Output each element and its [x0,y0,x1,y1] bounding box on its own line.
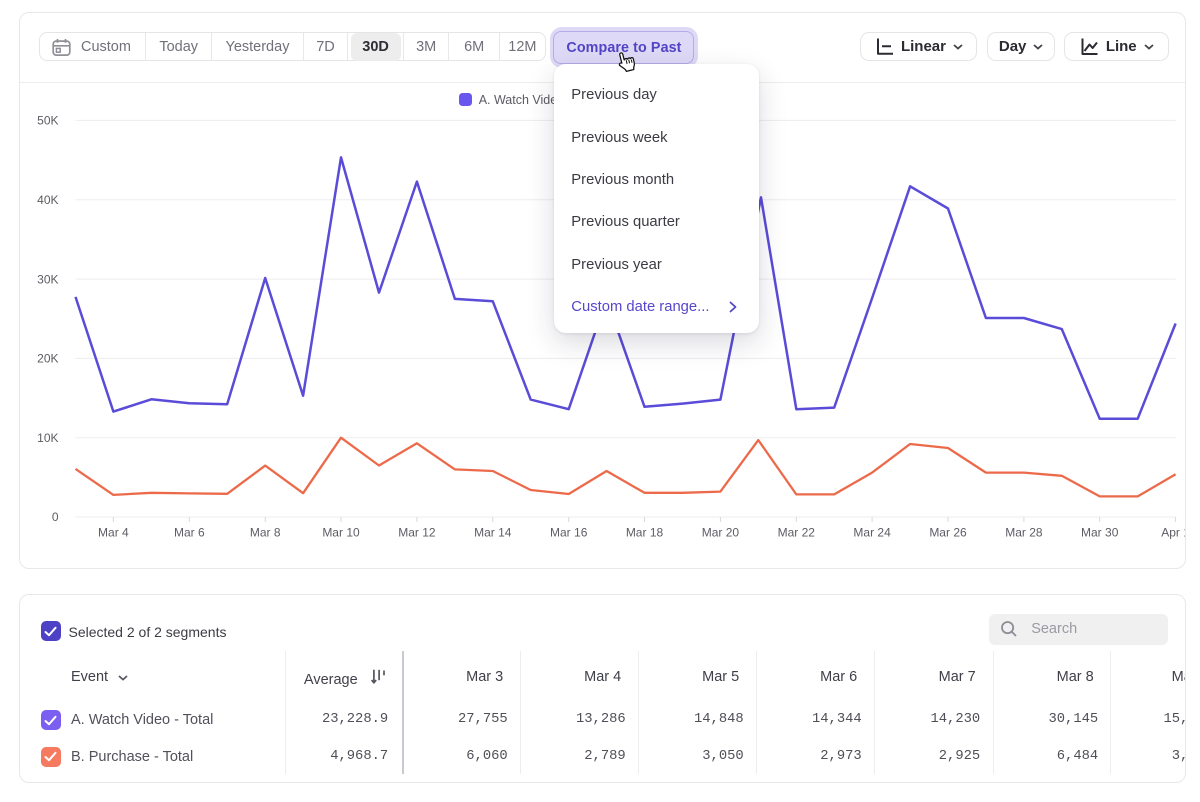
svg-text:Mar 18: Mar 18 [626,525,664,539]
svg-text:Mar 8: Mar 8 [250,525,281,539]
svg-text:10K: 10K [37,431,58,445]
svg-text:Mar 22: Mar 22 [777,525,815,539]
svg-text:Mar 26: Mar 26 [929,525,967,539]
svg-text:30K: 30K [37,272,58,286]
svg-text:Mar 28: Mar 28 [1005,525,1043,539]
svg-text:0: 0 [52,510,59,524]
svg-text:Mar 4: Mar 4 [98,525,129,539]
svg-text:Mar 12: Mar 12 [398,525,436,539]
svg-text:Mar 14: Mar 14 [474,525,512,539]
svg-text:Mar 16: Mar 16 [550,525,588,539]
svg-text:Mar 6: Mar 6 [174,525,205,539]
svg-text:Mar 20: Mar 20 [701,525,739,539]
svg-text:40K: 40K [37,193,58,207]
svg-text:Mar 10: Mar 10 [322,525,360,539]
svg-text:Mar 24: Mar 24 [853,525,891,539]
svg-text:50K: 50K [37,113,58,127]
svg-text:Apr 1: Apr 1 [1161,525,1186,539]
svg-text:20K: 20K [37,351,58,365]
svg-text:Mar 30: Mar 30 [1081,525,1119,539]
